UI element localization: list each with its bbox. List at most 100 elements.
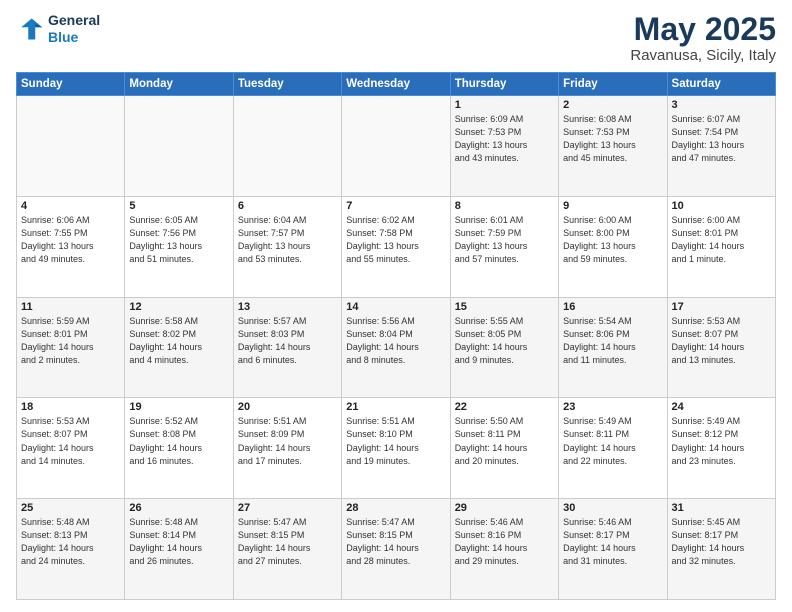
day-info: Sunrise: 5:59 AMSunset: 8:01 PMDaylight:… <box>21 315 120 367</box>
day-number: 7 <box>346 200 445 212</box>
day-info: Sunrise: 6:07 AMSunset: 7:54 PMDaylight:… <box>672 113 771 165</box>
header: General Blue May 2025 Ravanusa, Sicily, … <box>16 12 776 64</box>
day-number: 16 <box>563 301 662 313</box>
day-info: Sunrise: 6:09 AMSunset: 7:53 PMDaylight:… <box>455 113 554 165</box>
day-info: Sunrise: 6:01 AMSunset: 7:59 PMDaylight:… <box>455 214 554 266</box>
day-number: 12 <box>129 301 228 313</box>
day-info: Sunrise: 5:53 AMSunset: 8:07 PMDaylight:… <box>672 315 771 367</box>
calendar-cell: 6 Sunrise: 6:04 AMSunset: 7:57 PMDaylight… <box>233 196 341 297</box>
day-info: Sunrise: 5:50 AMSunset: 8:11 PMDaylight:… <box>455 415 554 467</box>
day-number: 13 <box>238 301 337 313</box>
calendar-cell: 31 Sunrise: 5:45 AMSunset: 8:17 PMDayligh… <box>667 499 775 600</box>
day-number: 2 <box>563 99 662 111</box>
day-info: Sunrise: 5:49 AMSunset: 8:12 PMDaylight:… <box>672 415 771 467</box>
day-info: Sunrise: 5:58 AMSunset: 8:02 PMDaylight:… <box>129 315 228 367</box>
day-info: Sunrise: 5:46 AMSunset: 8:16 PMDaylight:… <box>455 516 554 568</box>
calendar-cell: 29Sunrise: 5:46 AMSunset: 8:16 PMDayligh… <box>450 499 558 600</box>
day-number: 31 <box>672 502 771 514</box>
calendar-cell: 23Sunrise: 5:49 AMSunset: 8:11 PMDayligh… <box>559 398 667 499</box>
day-info: Sunrise: 6:00 AMSunset: 8:00 PMDaylight:… <box>563 214 662 266</box>
calendar-cell: 17Sunrise: 5:53 AMSunset: 8:07 PMDayligh… <box>667 297 775 398</box>
day-number: 10 <box>672 200 771 212</box>
day-number: 19 <box>129 401 228 413</box>
calendar-cell: 26 Sunrise: 5:48 AMSunset: 8:14 PMDayligh… <box>125 499 233 600</box>
calendar-cell <box>342 96 450 197</box>
day-number: 24 <box>672 401 771 413</box>
title-block: May 2025 Ravanusa, Sicily, Italy <box>630 12 776 64</box>
calendar-cell: 13 Sunrise: 5:57 AMSunset: 8:03 PMDayligh… <box>233 297 341 398</box>
day-number: 21 <box>346 401 445 413</box>
calendar-cell: 21 Sunrise: 5:51 AMSunset: 8:10 PMDayligh… <box>342 398 450 499</box>
day-info: Sunrise: 5:51 AMSunset: 8:09 PMDaylight:… <box>238 415 337 467</box>
day-info: Sunrise: 6:04 AMSunset: 7:57 PMDaylight:… <box>238 214 337 266</box>
day-info: Sunrise: 5:49 AMSunset: 8:11 PMDaylight:… <box>563 415 662 467</box>
calendar-table: SundayMondayTuesdayWednesdayThursdayFrid… <box>16 72 776 600</box>
day-info: Sunrise: 5:54 AMSunset: 8:06 PMDaylight:… <box>563 315 662 367</box>
weekday-header-thursday: Thursday <box>450 73 558 96</box>
weekday-header-friday: Friday <box>559 73 667 96</box>
day-number: 22 <box>455 401 554 413</box>
day-number: 4 <box>21 200 120 212</box>
day-number: 3 <box>672 99 771 111</box>
day-info: Sunrise: 6:00 AMSunset: 8:01 PMDaylight:… <box>672 214 771 266</box>
day-info: Sunrise: 5:56 AMSunset: 8:04 PMDaylight:… <box>346 315 445 367</box>
calendar-cell: 8 Sunrise: 6:01 AMSunset: 7:59 PMDaylight… <box>450 196 558 297</box>
day-number: 11 <box>21 301 120 313</box>
day-number: 20 <box>238 401 337 413</box>
calendar-cell: 4 Sunrise: 6:06 AMSunset: 7:55 PMDaylight… <box>17 196 125 297</box>
calendar-cell: 15Sunrise: 5:55 AMSunset: 8:05 PMDayligh… <box>450 297 558 398</box>
logo-icon <box>16 15 44 43</box>
calendar-cell: 9 Sunrise: 6:00 AMSunset: 8:00 PMDaylight… <box>559 196 667 297</box>
subtitle: Ravanusa, Sicily, Italy <box>630 47 776 64</box>
logo-text: General Blue <box>48 12 100 46</box>
calendar-cell: 28Sunrise: 5:47 AMSunset: 8:15 PMDayligh… <box>342 499 450 600</box>
day-number: 15 <box>455 301 554 313</box>
calendar-cell: 24 Sunrise: 5:49 AMSunset: 8:12 PMDayligh… <box>667 398 775 499</box>
calendar-week-3: 11 Sunrise: 5:59 AMSunset: 8:01 PMDayligh… <box>17 297 776 398</box>
day-info: Sunrise: 6:06 AMSunset: 7:55 PMDaylight:… <box>21 214 120 266</box>
weekday-header-tuesday: Tuesday <box>233 73 341 96</box>
day-number: 5 <box>129 200 228 212</box>
calendar-week-2: 4 Sunrise: 6:06 AMSunset: 7:55 PMDaylight… <box>17 196 776 297</box>
day-number: 6 <box>238 200 337 212</box>
day-number: 9 <box>563 200 662 212</box>
calendar-cell: 5Sunrise: 6:05 AMSunset: 7:56 PMDaylight… <box>125 196 233 297</box>
day-number: 1 <box>455 99 554 111</box>
calendar-cell: 7 Sunrise: 6:02 AMSunset: 7:58 PMDaylight… <box>342 196 450 297</box>
day-info: Sunrise: 5:53 AMSunset: 8:07 PMDaylight:… <box>21 415 120 467</box>
calendar-cell: 30Sunrise: 5:46 AMSunset: 8:17 PMDayligh… <box>559 499 667 600</box>
calendar-cell: 11 Sunrise: 5:59 AMSunset: 8:01 PMDayligh… <box>17 297 125 398</box>
day-info: Sunrise: 5:57 AMSunset: 8:03 PMDaylight:… <box>238 315 337 367</box>
day-number: 26 <box>129 502 228 514</box>
calendar-cell: 19 Sunrise: 5:52 AMSunset: 8:08 PMDayligh… <box>125 398 233 499</box>
calendar-week-1: 1 Sunrise: 6:09 AMSunset: 7:53 PMDaylight… <box>17 96 776 197</box>
main-title: May 2025 <box>630 12 776 47</box>
logo: General Blue <box>16 12 100 46</box>
calendar-week-5: 25 Sunrise: 5:48 AMSunset: 8:13 PMDayligh… <box>17 499 776 600</box>
day-number: 8 <box>455 200 554 212</box>
weekday-header-row: SundayMondayTuesdayWednesdayThursdayFrid… <box>17 73 776 96</box>
calendar-cell: 20 Sunrise: 5:51 AMSunset: 8:09 PMDayligh… <box>233 398 341 499</box>
day-number: 27 <box>238 502 337 514</box>
calendar-cell: 25 Sunrise: 5:48 AMSunset: 8:13 PMDayligh… <box>17 499 125 600</box>
calendar-cell <box>233 96 341 197</box>
day-info: Sunrise: 5:46 AMSunset: 8:17 PMDaylight:… <box>563 516 662 568</box>
day-info: Sunrise: 5:48 AMSunset: 8:13 PMDaylight:… <box>21 516 120 568</box>
day-info: Sunrise: 5:48 AMSunset: 8:14 PMDaylight:… <box>129 516 228 568</box>
calendar-cell: 14Sunrise: 5:56 AMSunset: 8:04 PMDayligh… <box>342 297 450 398</box>
day-info: Sunrise: 5:52 AMSunset: 8:08 PMDaylight:… <box>129 415 228 467</box>
day-info: Sunrise: 5:47 AMSunset: 8:15 PMDaylight:… <box>346 516 445 568</box>
day-info: Sunrise: 5:51 AMSunset: 8:10 PMDaylight:… <box>346 415 445 467</box>
calendar-cell <box>125 96 233 197</box>
calendar-cell: 12 Sunrise: 5:58 AMSunset: 8:02 PMDayligh… <box>125 297 233 398</box>
day-info: Sunrise: 6:02 AMSunset: 7:58 PMDaylight:… <box>346 214 445 266</box>
weekday-header-wednesday: Wednesday <box>342 73 450 96</box>
calendar-cell: 1 Sunrise: 6:09 AMSunset: 7:53 PMDaylight… <box>450 96 558 197</box>
day-number: 25 <box>21 502 120 514</box>
day-info: Sunrise: 5:45 AMSunset: 8:17 PMDaylight:… <box>672 516 771 568</box>
calendar-body: 1 Sunrise: 6:09 AMSunset: 7:53 PMDaylight… <box>17 96 776 600</box>
calendar-cell: 3 Sunrise: 6:07 AMSunset: 7:54 PMDaylight… <box>667 96 775 197</box>
weekday-header-saturday: Saturday <box>667 73 775 96</box>
calendar-week-4: 18Sunrise: 5:53 AMSunset: 8:07 PMDayligh… <box>17 398 776 499</box>
calendar-cell: 27Sunrise: 5:47 AMSunset: 8:15 PMDayligh… <box>233 499 341 600</box>
